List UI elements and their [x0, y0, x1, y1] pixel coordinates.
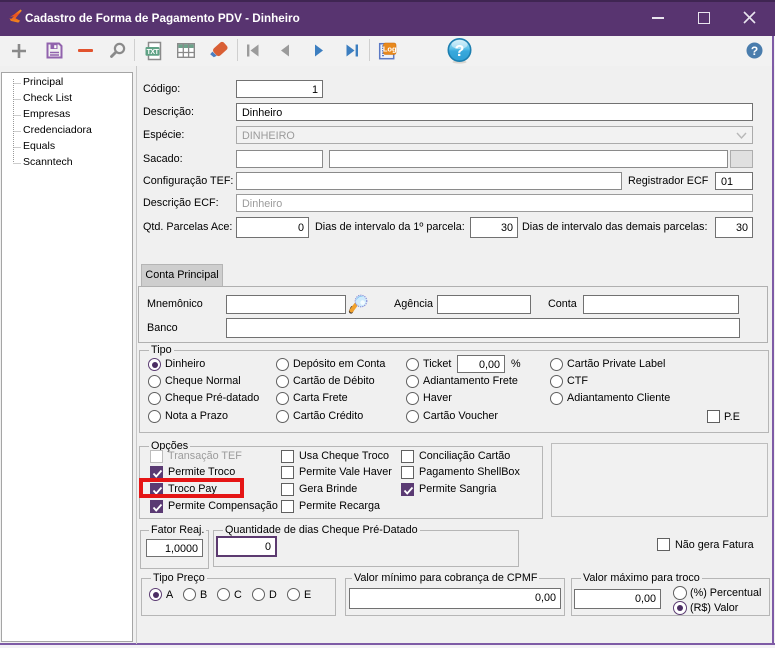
svg-text:TXT: TXT	[147, 49, 160, 56]
svg-text:Log: Log	[383, 45, 397, 54]
svg-text:?: ?	[455, 43, 465, 60]
svg-text:?: ?	[751, 44, 758, 58]
